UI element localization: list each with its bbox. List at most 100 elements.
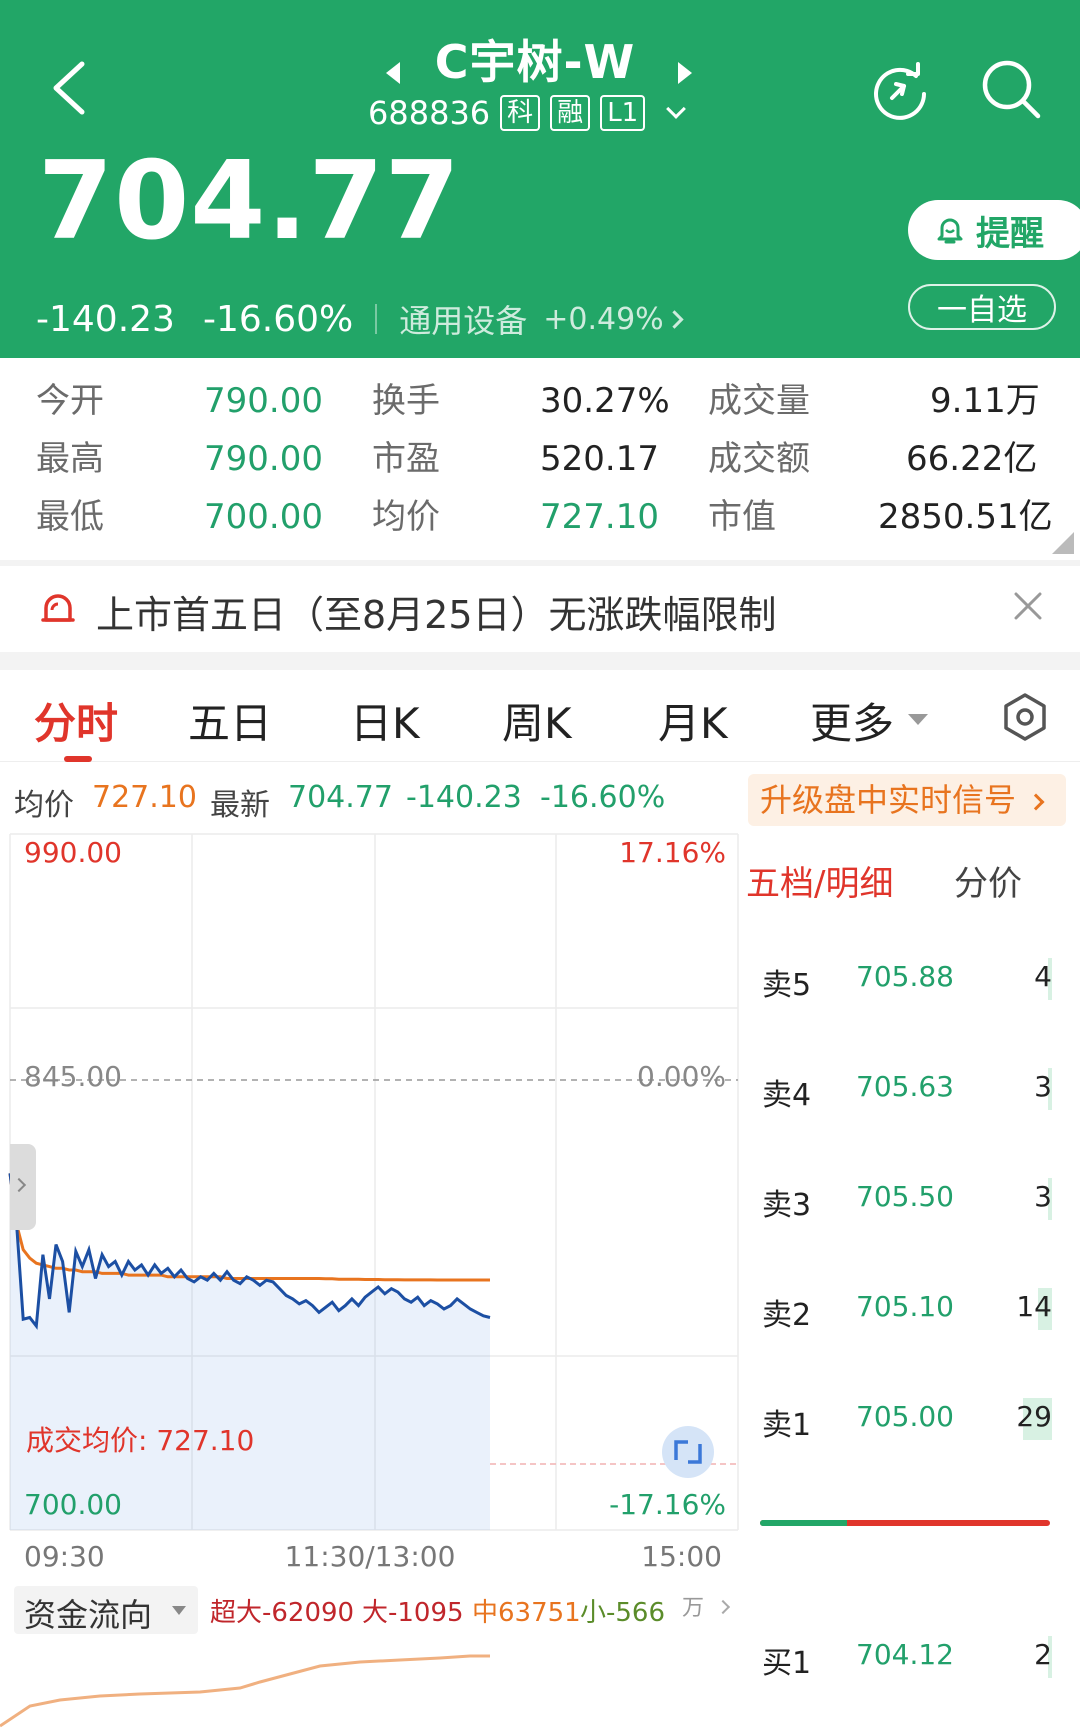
avg-value: 727.10 bbox=[540, 497, 659, 537]
high-value: 790.00 bbox=[204, 439, 323, 479]
active-tab-indicator bbox=[64, 756, 92, 762]
y-mid-label: 845.00 bbox=[24, 1060, 122, 1093]
search-icon[interactable] bbox=[980, 58, 1042, 120]
order-book-panel: 五档/明细 分价 卖5 705.88 4 卖4 705.63 3 卖3 705.50 3 卖2 70… bbox=[740, 832, 1080, 1728]
order-volume: 29 bbox=[1016, 1400, 1052, 1433]
fund-flow-panel[interactable]: 资金流向 超大-62090 大-1095 中63751 小-566 万 bbox=[0, 1578, 740, 1728]
tag-margin: 融 bbox=[550, 95, 591, 131]
ask-row[interactable]: 卖4 705.63 3 bbox=[740, 1064, 1080, 1114]
change-row[interactable]: -140.23 -16.60% 通用设备 +0.49% bbox=[36, 296, 684, 342]
pe-value: 520.17 bbox=[540, 439, 659, 479]
x-label-open: 09:30 bbox=[24, 1540, 105, 1573]
tag-star-market: 科 bbox=[500, 95, 541, 131]
sector-change: +0.49% bbox=[543, 301, 664, 337]
stock-code-row[interactable]: 688836 科 融 L1 bbox=[368, 92, 687, 134]
watchlist-label: 一自选 bbox=[937, 293, 1027, 328]
x-label-close: 15:00 bbox=[641, 1540, 722, 1573]
order-label: 卖2 bbox=[762, 1298, 812, 1333]
avg-price-annotation: 成交均价: 727.10 bbox=[26, 1424, 254, 1457]
tab-price-distribution[interactable]: 分价 bbox=[954, 856, 1022, 905]
caret-down-icon bbox=[172, 1606, 186, 1615]
stats-row-2: 最高 790.00 市盈 520.17 成交额 66.22亿 bbox=[0, 430, 1080, 488]
high-label: 最高 bbox=[36, 439, 104, 479]
open-value: 790.00 bbox=[204, 381, 323, 421]
divider bbox=[0, 652, 1080, 670]
price-change-pct: -16.60% bbox=[202, 298, 354, 340]
watchlist-button[interactable]: 一自选 bbox=[908, 284, 1056, 330]
sector-name: 通用设备 bbox=[399, 302, 528, 340]
order-label: 卖4 bbox=[762, 1078, 812, 1113]
upgrade-signal-button[interactable]: 升级盘中实时信号 bbox=[748, 774, 1066, 826]
ask-row[interactable]: 卖1 705.00 29 bbox=[740, 1394, 1080, 1444]
order-price: 705.63 bbox=[856, 1070, 954, 1103]
ask-row[interactable]: 卖3 705.50 3 bbox=[740, 1174, 1080, 1224]
order-label: 卖5 bbox=[762, 968, 812, 1003]
chevron-right-icon bbox=[1027, 793, 1045, 811]
tab-intraday[interactable]: 分时 bbox=[34, 690, 118, 751]
chevron-down-icon[interactable] bbox=[666, 99, 687, 119]
amount-value: 66.22亿 bbox=[906, 439, 1038, 479]
next-stock-arrow-icon[interactable] bbox=[678, 62, 692, 84]
fullscreen-icon[interactable] bbox=[662, 1426, 714, 1478]
chevron-right-icon bbox=[665, 309, 684, 329]
order-volume: 2 bbox=[1034, 1638, 1052, 1671]
ask-row[interactable]: 卖2 705.10 14 bbox=[740, 1284, 1080, 1334]
order-price: 705.50 bbox=[856, 1180, 954, 1213]
settings-icon[interactable] bbox=[1002, 692, 1048, 742]
stats-row-3: 最低 700.00 均价 727.10 市值 2850.51亿 bbox=[0, 488, 1080, 546]
bid-ratio-fill bbox=[760, 1520, 847, 1526]
fund-flow-selector[interactable]: 资金流向 bbox=[14, 1586, 198, 1634]
intraday-chart[interactable]: 990.00 17.16% 845.00 0.00% 700.00 -17.16… bbox=[0, 832, 740, 1582]
alert-button[interactable]: 提醒 bbox=[908, 200, 1080, 260]
order-label: 买1 bbox=[762, 1646, 812, 1681]
amount-label: 成交额 bbox=[708, 439, 810, 479]
mcap-label: 市值 bbox=[708, 497, 776, 537]
order-price: 705.88 bbox=[856, 960, 954, 993]
pct-top-label: 17.16% bbox=[619, 836, 726, 869]
back-arrow-icon[interactable] bbox=[46, 58, 92, 118]
stock-code: 688836 bbox=[368, 94, 491, 132]
refresh-icon[interactable] bbox=[872, 62, 930, 120]
order-volume: 3 bbox=[1034, 1180, 1052, 1213]
open-label: 今开 bbox=[36, 381, 104, 421]
mcap-value: 2850.51亿 bbox=[878, 497, 1053, 537]
tag-level: L1 bbox=[600, 95, 646, 131]
alarm-icon bbox=[41, 594, 75, 622]
tab-weekly-k[interactable]: 周K bbox=[502, 690, 572, 751]
flow-unit: 万 bbox=[682, 1596, 705, 1621]
tab-five-day[interactable]: 五日 bbox=[188, 690, 272, 751]
bid-row[interactable]: 买1 704.12 2 bbox=[740, 1632, 1080, 1682]
expand-corner-icon[interactable] bbox=[1052, 532, 1074, 554]
info-change: -140.23 bbox=[406, 780, 522, 815]
turnover-value: 30.27% bbox=[540, 381, 670, 421]
y-bottom-label: 700.00 bbox=[24, 1488, 122, 1521]
tab-daily-k[interactable]: 日K bbox=[350, 690, 420, 751]
flow-large: 大-1095 bbox=[362, 1598, 464, 1628]
flow-small: 小-566 bbox=[580, 1598, 666, 1628]
avg-label: 均价 bbox=[372, 497, 440, 537]
current-price: 704.77 bbox=[38, 139, 461, 264]
stats-row-1: 今开 790.00 换手 30.27% 成交量 9.11万 bbox=[0, 372, 1080, 430]
alert-label: 提醒 bbox=[976, 213, 1044, 254]
stats-panel[interactable]: 今开 790.00 换手 30.27% 成交量 9.11万 最高 790.00 … bbox=[0, 358, 1080, 560]
info-change-pct: -16.60% bbox=[540, 780, 666, 815]
tab-monthly-k[interactable]: 月K bbox=[658, 690, 728, 751]
collapse-handle[interactable] bbox=[10, 1144, 36, 1230]
close-icon[interactable] bbox=[1010, 588, 1046, 624]
fund-flow-line bbox=[0, 1654, 490, 1728]
divider bbox=[375, 304, 378, 334]
chevron-right-icon[interactable] bbox=[715, 1599, 731, 1615]
order-price: 705.00 bbox=[856, 1400, 954, 1433]
turnover-label: 换手 bbox=[372, 381, 440, 421]
order-price: 704.12 bbox=[856, 1638, 954, 1671]
volume-label: 成交量 bbox=[708, 381, 810, 421]
info-avg-label: 均价 bbox=[14, 788, 74, 823]
pe-label: 市盈 bbox=[372, 439, 440, 479]
tab-order-book[interactable]: 五档/明细 bbox=[746, 856, 893, 905]
tab-more[interactable]: 更多 bbox=[810, 690, 894, 751]
order-volume: 4 bbox=[1034, 960, 1052, 993]
ask-row[interactable]: 卖5 705.88 4 bbox=[740, 954, 1080, 1004]
bid-ask-ratio-bar bbox=[760, 1520, 1050, 1526]
price-area-fill bbox=[10, 1173, 490, 1530]
low-value: 700.00 bbox=[204, 497, 323, 537]
